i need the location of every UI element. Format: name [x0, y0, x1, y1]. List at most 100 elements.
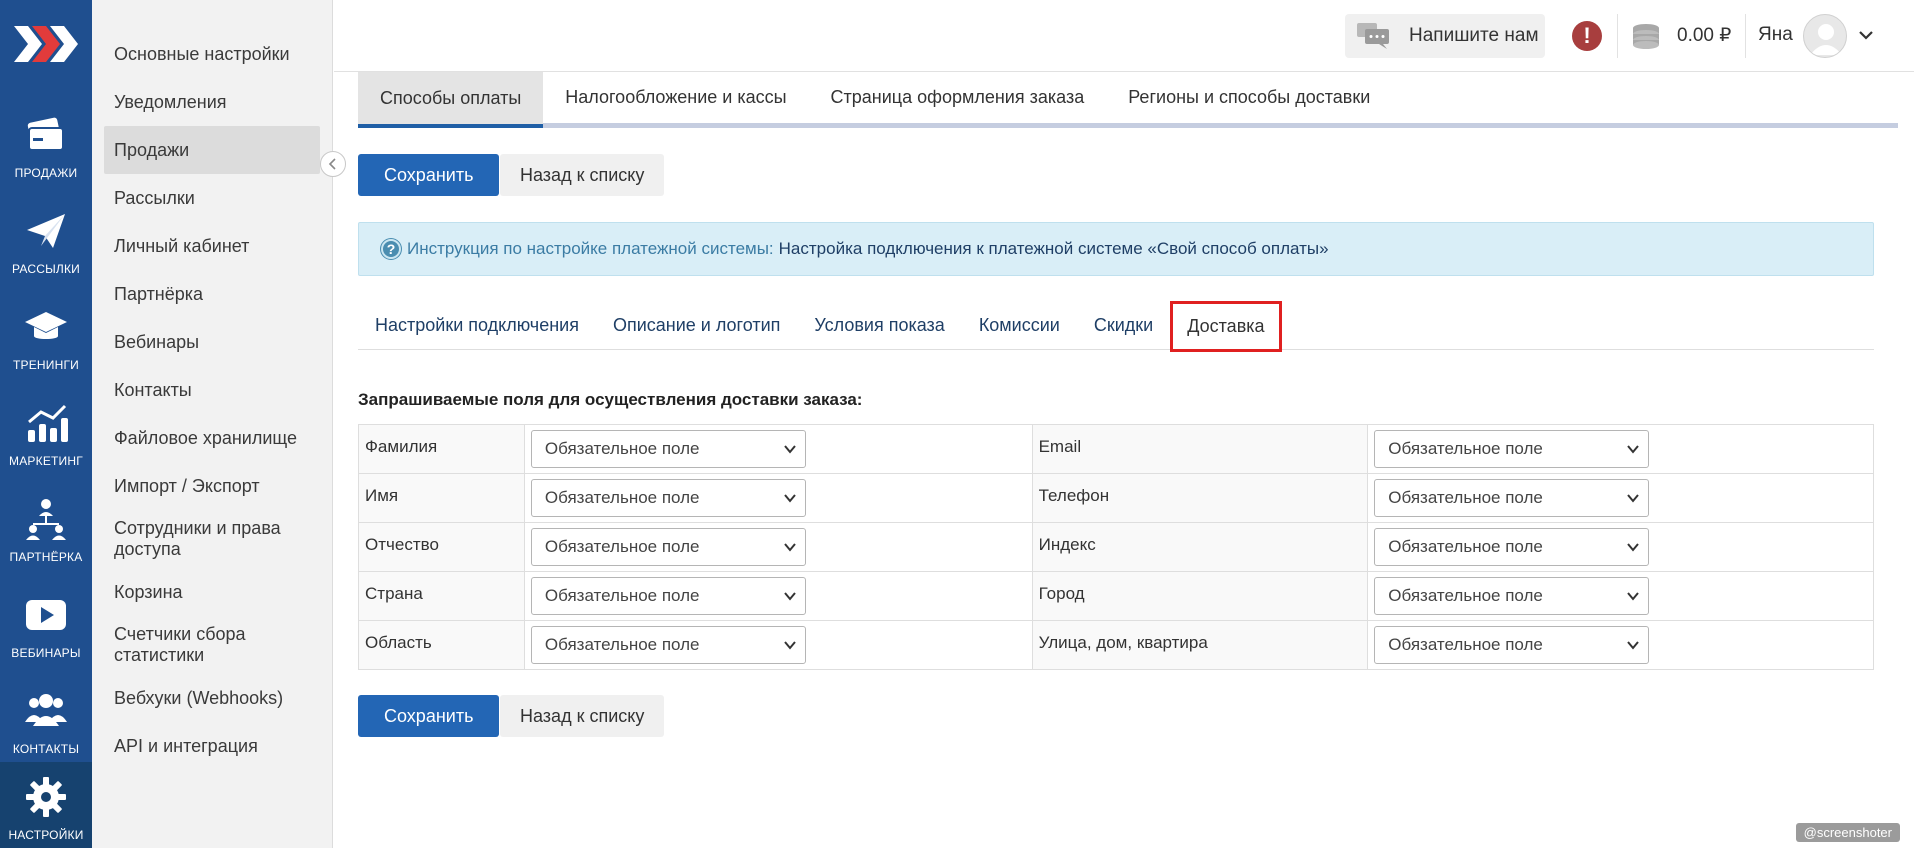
field-requirement-select[interactable]: Обязательное поле: [1374, 479, 1650, 517]
delivery-fields-table: Фамилия Обязательное поле Email Обязательно…: [358, 424, 1874, 670]
app-icon-rail: ПРОДАЖИ РАССЫЛКИ ТРЕНИНГИ МАРКЕТИНГ ПАРТ…: [0, 0, 92, 848]
tab-description-logo[interactable]: Описание и логотип: [596, 300, 797, 350]
user-name[interactable]: Яна: [1758, 24, 1793, 46]
chevron-down-icon[interactable]: [1857, 26, 1875, 44]
write-us-label: Напишите нам: [1409, 25, 1539, 46]
settings-nav-item[interactable]: Файловое хранилище: [104, 414, 320, 462]
rail-item-partners[interactable]: ПАРТНЁРКА: [0, 484, 92, 580]
contacts-icon: [25, 694, 67, 726]
app-logo-icon[interactable]: [14, 22, 78, 66]
settings-nav-item[interactable]: Вебинары: [104, 318, 320, 366]
partner-network-icon: [26, 499, 66, 540]
section-title: Запрашиваемые поля для осуществления дос…: [358, 390, 863, 409]
write-us-button[interactable]: Напишите нам: [1345, 14, 1545, 58]
save-button-bottom[interactable]: Сохранить: [358, 695, 500, 737]
rail-item-webinars[interactable]: ВЕБИНАРЫ: [0, 580, 92, 676]
alert-icon[interactable]: !: [1572, 21, 1602, 51]
settings-nav-item[interactable]: Сотрудники и права доступа: [104, 510, 320, 568]
field-label: Телефон: [1031, 473, 1369, 523]
tab-delivery[interactable]: Доставка: [1170, 301, 1282, 352]
settings-nav-item[interactable]: Личный кабинет: [104, 222, 320, 270]
settings-nav-item[interactable]: Импорт / Экспорт: [104, 462, 320, 510]
field-select-cell: Обязательное поле: [1367, 424, 1874, 474]
field-label: Область: [358, 620, 525, 670]
settings-nav-item[interactable]: Основные настройки: [104, 30, 320, 78]
field-select-cell: Обязательное поле: [523, 522, 1033, 572]
rail-item-marketing[interactable]: МАРКЕТИНГ: [0, 388, 92, 484]
field-label: Индекс: [1031, 522, 1369, 572]
rail-label: ТРЕНИНГИ: [12, 358, 80, 372]
select-value: Обязательное поле: [544, 635, 700, 654]
select-value: Обязательное поле: [544, 586, 700, 605]
rail-label: ПРОДАЖИ: [14, 166, 78, 180]
back-to-list-button[interactable]: Назад к списку: [500, 154, 665, 196]
table-row: Имя Обязательное поле Телефон Обязательное …: [358, 473, 1874, 523]
instruction-label: Инструкция по настройке платежной систем…: [407, 239, 774, 258]
field-select-cell: Обязательное поле: [1367, 571, 1874, 621]
tab-discounts[interactable]: Скидки: [1077, 300, 1170, 350]
field-requirement-select[interactable]: Обязательное поле: [530, 479, 806, 517]
balance-amount: 0.00 ₽: [1677, 25, 1732, 46]
field-label: Фамилия: [358, 424, 525, 474]
settings-nav-item-active[interactable]: Продажи: [104, 126, 320, 174]
field-requirement-select[interactable]: Обязательное поле: [530, 430, 806, 468]
field-requirement-select[interactable]: Обязательное поле: [530, 626, 806, 664]
settings-nav-item[interactable]: Партнёрка: [104, 270, 320, 318]
settings-nav-item[interactable]: API и интеграция: [104, 722, 320, 770]
field-label: Email: [1031, 424, 1369, 474]
settings-nav-item[interactable]: Счетчики сбора статистики: [104, 616, 320, 674]
field-select-cell: Обязательное поле: [1367, 620, 1874, 670]
field-label: Страна: [358, 571, 525, 621]
collapse-sidebar-button[interactable]: [320, 151, 346, 177]
tab-connection-settings[interactable]: Настройки подключения: [358, 300, 596, 350]
instruction-info-bar: ? Инструкция по настройке платежной сист…: [358, 222, 1874, 276]
field-requirement-select[interactable]: Обязательное поле: [530, 577, 806, 615]
tab-delivery-regions[interactable]: Регионы и способы доставки: [1106, 72, 1392, 123]
field-select-cell: Обязательное поле: [523, 473, 1033, 523]
select-value: Обязательное поле: [1388, 488, 1543, 507]
rail-item-mailings[interactable]: РАССЫЛКИ: [0, 196, 92, 292]
field-select-cell: Обязательное поле: [523, 571, 1033, 621]
main-tabs: Способы оплаты Налогообложение и кассы С…: [358, 72, 1898, 128]
field-label: Улица, дом, квартира: [1031, 620, 1369, 670]
play-icon: [26, 600, 66, 630]
settings-nav-item[interactable]: Уведомления: [104, 78, 320, 126]
field-select-cell: Обязательное поле: [523, 424, 1033, 474]
avatar[interactable]: [1803, 14, 1847, 58]
rail-item-settings[interactable]: НАСТРОЙКИ: [0, 762, 92, 848]
field-requirement-select[interactable]: Обязательное поле: [1374, 626, 1650, 664]
settings-nav-item[interactable]: Корзина: [104, 568, 320, 616]
rail-item-trainings[interactable]: ТРЕНИНГИ: [0, 292, 92, 388]
gear-icon: [26, 777, 66, 817]
chevron-down-icon: [784, 641, 796, 650]
table-row: Область Обязательное поле Улица, дом, квар…: [358, 620, 1874, 670]
rail-item-sales[interactable]: ПРОДАЖИ: [0, 100, 92, 196]
graduation-cap-icon: [25, 312, 67, 339]
select-value: Обязательное поле: [544, 537, 700, 556]
rail-item-contacts[interactable]: КОНТАКТЫ: [0, 676, 92, 772]
tab-taxation[interactable]: Налогообложение и кассы: [543, 72, 808, 123]
select-value: Обязательное поле: [1388, 537, 1543, 556]
rail-label: МАРКЕТИНГ: [9, 454, 83, 468]
rail-label: ВЕБИНАРЫ: [11, 646, 81, 660]
tab-commissions[interactable]: Комиссии: [962, 300, 1077, 350]
rail-label: РАССЫЛКИ: [12, 262, 80, 276]
rail-label: НАСТРОЙКИ: [8, 828, 84, 842]
field-requirement-select[interactable]: Обязательное поле: [1374, 430, 1650, 468]
field-requirement-select[interactable]: Обязательное поле: [1374, 577, 1650, 615]
settings-nav-item[interactable]: Рассылки: [104, 174, 320, 222]
settings-nav-item[interactable]: Вебхуки (Webhooks): [104, 674, 320, 722]
select-value: Обязательное поле: [1388, 635, 1543, 654]
instruction-link[interactable]: Настройка подключения к платежной систем…: [779, 239, 1329, 259]
tab-payment-methods[interactable]: Способы оплаты: [358, 72, 544, 128]
field-requirement-select[interactable]: Обязательное поле: [1374, 528, 1650, 566]
save-button[interactable]: Сохранить: [358, 154, 500, 196]
select-value: Обязательное поле: [1388, 586, 1543, 605]
tab-checkout-page[interactable]: Страница оформления заказа: [809, 72, 1107, 123]
settings-nav-item[interactable]: Контакты: [104, 366, 320, 414]
chevron-down-icon: [1627, 592, 1640, 601]
tab-display-conditions[interactable]: Условия показа: [797, 300, 961, 350]
chevron-down-icon: [784, 445, 796, 454]
field-requirement-select[interactable]: Обязательное поле: [530, 528, 806, 566]
back-to-list-button-bottom[interactable]: Назад к списку: [500, 695, 665, 737]
